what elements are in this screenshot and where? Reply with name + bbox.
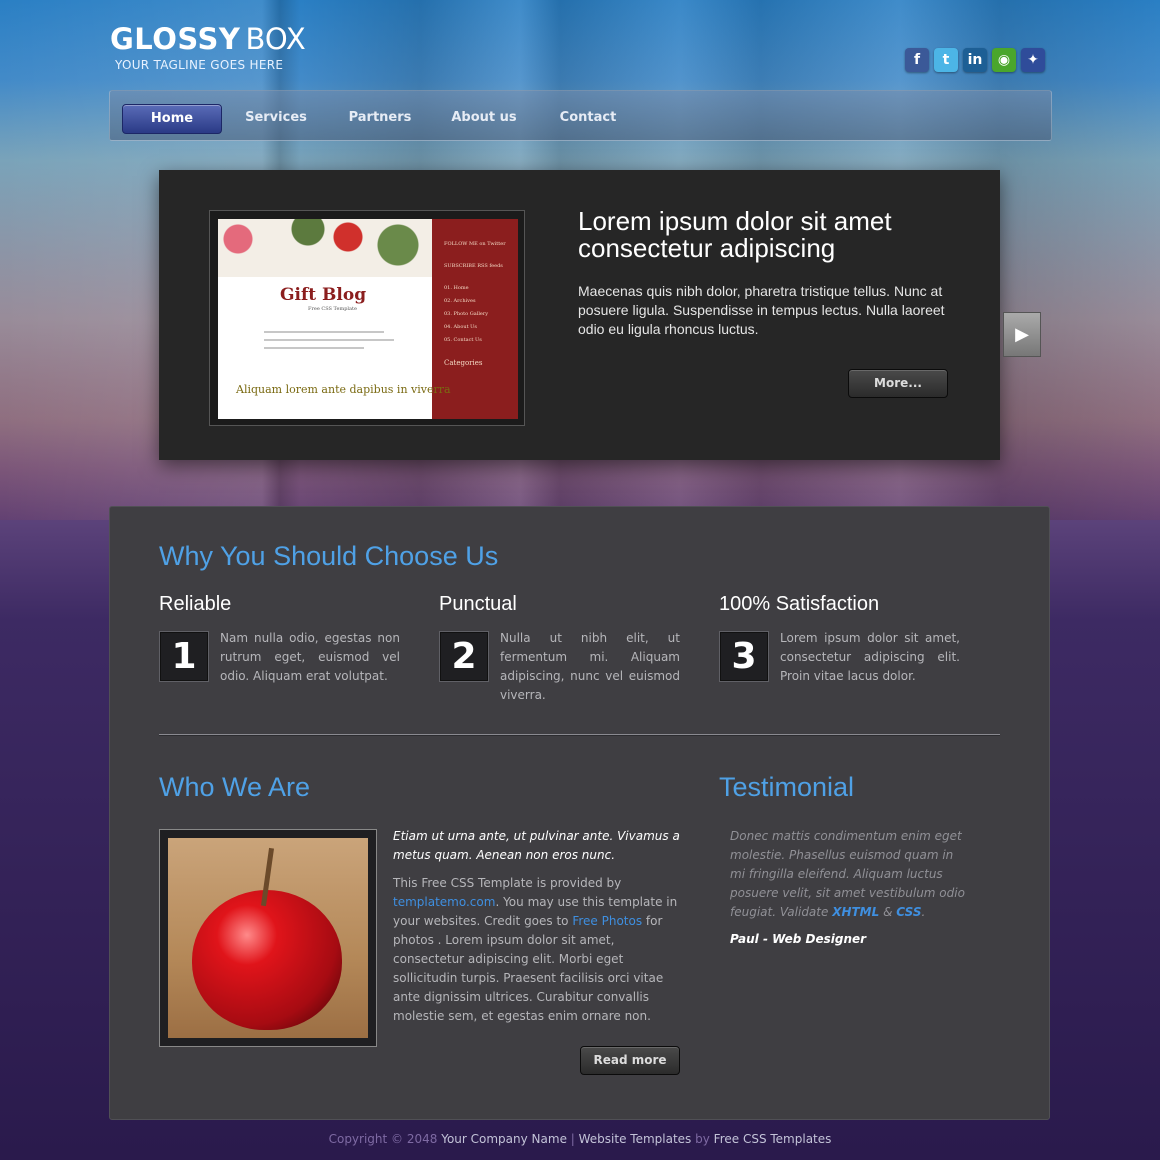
main-nav: Home Services Partners About us Contact <box>109 90 1052 141</box>
footer: Copyright © 2048 Your Company Name | Web… <box>0 1132 1160 1146</box>
xhtml-link[interactable]: XHTML <box>832 905 879 919</box>
mock-sidebar-item: 03. Photo Gallery <box>444 311 489 317</box>
who-text: for photos . Lorem ipsum dolor sit amet,… <box>393 914 664 1023</box>
feature-title: Reliable <box>159 593 232 615</box>
nav-home[interactable]: Home <box>122 104 222 134</box>
testimonial-heading: Testimonial <box>719 772 855 802</box>
feature-number: 1 <box>159 631 209 682</box>
mock-sidebar-item: 05. Contact Us <box>444 337 482 343</box>
mock-blog-footer: Aliquam lorem ante dapibus in viverra <box>236 383 451 396</box>
mock-blog-subtitle: Free CSS Template <box>308 306 357 312</box>
footer-company-link[interactable]: Your Company Name <box>441 1132 567 1146</box>
who-text: This Free CSS Template is provided by <box>393 876 622 890</box>
nav-partners[interactable]: Partners <box>340 104 420 132</box>
flowers-decoration <box>218 219 432 277</box>
twitter-icon[interactable]: t <box>934 48 958 72</box>
testimonial-author: Paul - Web Designer <box>730 932 866 946</box>
feature-title: Punctual <box>439 593 517 615</box>
who-paragraph: This Free CSS Template is provided by te… <box>393 874 683 1026</box>
section-divider <box>159 734 1000 735</box>
feature-text: Nam nulla odio, egestas non rutrum eget,… <box>220 631 400 683</box>
myspace-icon[interactable]: ✦ <box>1021 48 1045 72</box>
testimonial-amp: & <box>879 905 897 919</box>
footer-separator: | <box>566 1132 579 1146</box>
templatemo-link[interactable]: templatemo.com <box>393 895 495 909</box>
feature-number: 3 <box>719 631 769 682</box>
slider-next-button[interactable]: ▶ <box>1003 312 1041 357</box>
chat-icon[interactable]: ◉ <box>992 48 1016 72</box>
who-image-frame <box>159 829 377 1047</box>
apple-photo <box>168 838 368 1038</box>
footer-templates-link[interactable]: Website Templates <box>579 1132 692 1146</box>
feature-text: Nulla ut nibh elit, ut fermentum mi. Ali… <box>500 631 680 702</box>
slide-title: Lorem ipsum dolor sit amet consectetur a… <box>578 206 892 263</box>
mock-sidebar-item: 02. Archives <box>444 298 476 304</box>
slide-text: Maecenas quis nibh dolor, pharetra trist… <box>578 283 945 337</box>
slide-image-frame: FOLLOW ME on Twitter SUBSCRIBE RSS feeds… <box>209 210 525 426</box>
mock-sidebar-item: 04. About Us <box>444 324 477 330</box>
linkedin-icon[interactable]: in <box>963 48 987 72</box>
testimonial-text: Donec mattis condimentum enim eget moles… <box>730 827 970 922</box>
content-panel: Why You Should Choose Us Reliable 1 Nam … <box>109 506 1050 1120</box>
who-intro: Etiam ut urna ante, ut pulvinar ante. Vi… <box>393 829 680 862</box>
mock-sidebar-item: 01. Home <box>444 285 469 291</box>
social-links: f t in ◉ ✦ <box>905 48 1045 72</box>
read-more-button[interactable]: Read more <box>580 1046 680 1075</box>
nav-services[interactable]: Services <box>236 104 316 132</box>
tagline: YOUR TAGLINE GOES HERE <box>115 58 284 72</box>
footer-copyright: Copyright © 2048 <box>328 1132 442 1146</box>
author-name: Paul <box>730 932 759 946</box>
more-button[interactable]: More... <box>848 369 948 398</box>
css-link[interactable]: CSS <box>896 905 921 919</box>
feature-number: 2 <box>439 631 489 682</box>
why-heading: Why You Should Choose Us <box>159 541 499 571</box>
mock-text-line <box>264 331 384 333</box>
testimonial-dot: . <box>921 905 926 919</box>
mock-sidebar-item: SUBSCRIBE RSS feeds <box>444 263 503 269</box>
feature-title: 100% Satisfaction <box>719 593 880 615</box>
footer-free-css-link[interactable]: Free CSS Templates <box>714 1132 832 1146</box>
author-role: - Web Designer <box>758 932 867 946</box>
gift-blog-screenshot: FOLLOW ME on Twitter SUBSCRIBE RSS feeds… <box>218 219 518 419</box>
footer-by: by <box>691 1132 714 1146</box>
mock-sidebar-item: Categories <box>444 359 483 367</box>
logo-light-text: BOX <box>245 22 306 56</box>
play-arrow-icon: ▶ <box>1015 324 1029 345</box>
mock-text-line <box>264 347 364 349</box>
mock-text-line <box>264 339 394 341</box>
nav-about-us[interactable]: About us <box>444 104 524 132</box>
logo[interactable]: GLOSSY BOX <box>110 22 306 56</box>
feature-text: Lorem ipsum dolor sit amet, consectetur … <box>780 631 960 683</box>
logo-bold-text: GLOSSY <box>110 22 241 56</box>
apple-fruit <box>192 890 342 1030</box>
facebook-icon[interactable]: f <box>905 48 929 72</box>
mock-blog-title: Gift Blog <box>280 285 367 305</box>
mock-sidebar-item: FOLLOW ME on Twitter <box>444 241 506 247</box>
featured-slider: FOLLOW ME on Twitter SUBSCRIBE RSS feeds… <box>159 170 1000 460</box>
nav-contact[interactable]: Contact <box>548 104 628 132</box>
who-heading: Who We Are <box>159 772 311 802</box>
free-photos-link[interactable]: Free Photos <box>572 914 642 928</box>
